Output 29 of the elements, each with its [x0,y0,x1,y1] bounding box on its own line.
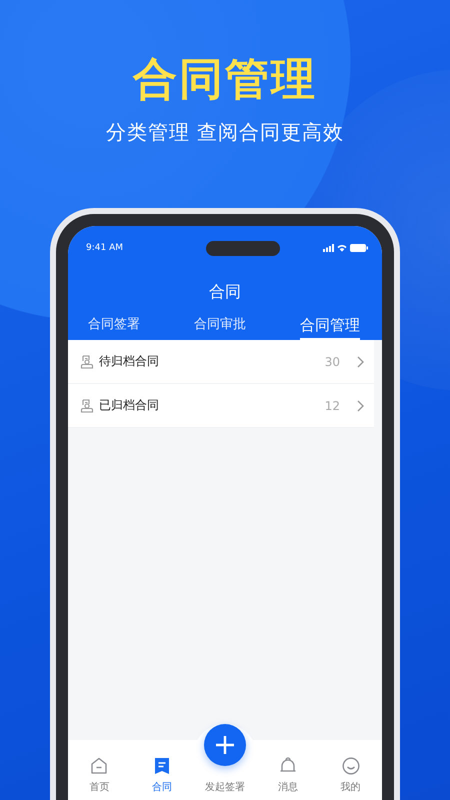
wifi-icon [337,244,347,252]
plus-icon [215,735,235,755]
nav-item[interactable]: 我的 [319,740,382,800]
subtitle: 分类管理 查阅合同更高效 [106,119,344,146]
add-button[interactable] [204,724,246,766]
tab[interactable]: 合同审批 [194,316,246,340]
list-row[interactable]: 待归档合同 30 [68,340,374,384]
smile-icon [342,757,360,775]
row-label: 待归档合同 [99,353,160,370]
nav-item[interactable]: 首页 [68,740,131,800]
contract-user-icon [80,354,94,368]
nav-item[interactable]: 合同 [130,740,194,800]
row-count: 30 [324,354,340,368]
screen-title: 合同 [208,282,242,302]
bookmark-doc-icon [154,757,170,775]
row-label: 已归档合同 [99,397,160,414]
nav-item[interactable]: 发起签署 [194,780,256,800]
row-count: 12 [324,398,340,412]
chevron-right-icon [357,400,364,412]
headline: 合同管理 [133,53,317,107]
contract-user-icon [80,398,94,412]
signal-icon [323,244,334,252]
chevron-right-icon [357,356,364,368]
list-row[interactable]: 已归档合同 12 [68,384,374,428]
nav-item[interactable]: 消息 [256,740,320,800]
home-icon [90,757,108,775]
status-time: 9:41 AM [86,243,123,253]
battery-icon [350,244,368,252]
tab[interactable]: 合同签署 [88,316,140,340]
